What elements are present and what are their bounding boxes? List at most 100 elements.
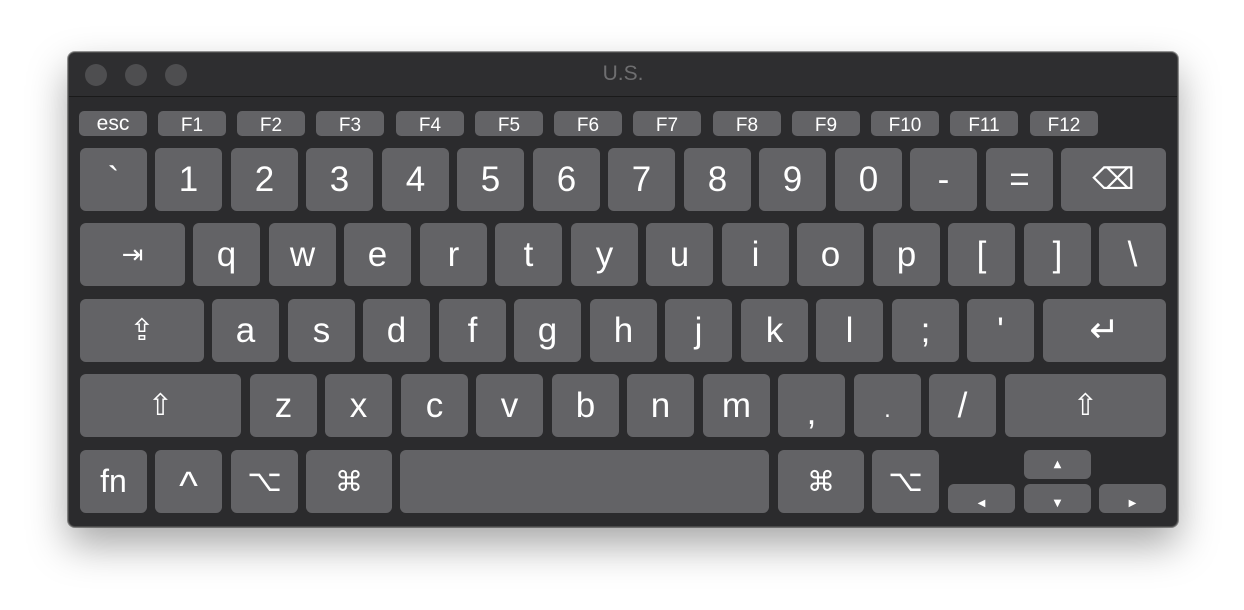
key-0[interactable]: 0: [835, 148, 902, 211]
key-i[interactable]: i: [722, 223, 789, 286]
key-p[interactable]: p: [873, 223, 940, 286]
control-icon: ^: [179, 464, 198, 508]
key-arrow-right[interactable]: ▶: [1099, 484, 1166, 513]
key-space[interactable]: [400, 450, 769, 513]
key-f9[interactable]: F9: [792, 111, 860, 136]
key-label: i: [751, 234, 760, 274]
key-f[interactable]: f: [439, 299, 506, 362]
key-f6[interactable]: F6: [554, 111, 622, 136]
key-f8[interactable]: F8: [713, 111, 781, 136]
option-icon: ⌥: [247, 464, 282, 499]
key-left-command[interactable]: ⌘: [306, 450, 392, 513]
key-right-option[interactable]: ⌥: [872, 450, 939, 513]
key-3[interactable]: 3: [306, 148, 373, 211]
key-f1[interactable]: F1: [158, 111, 226, 136]
key-control[interactable]: ^: [155, 450, 222, 513]
key-label: F10: [888, 114, 922, 136]
key-left-option[interactable]: ⌥: [231, 450, 298, 513]
key-d[interactable]: d: [363, 299, 430, 362]
key-caps-lock[interactable]: ⇪: [80, 299, 204, 362]
key-c[interactable]: c: [401, 374, 468, 437]
key-label: F2: [259, 114, 283, 136]
key-esc[interactable]: esc: [79, 111, 147, 136]
key-right-command[interactable]: ⌘: [778, 450, 864, 513]
key-tab[interactable]: ⇥: [80, 223, 185, 286]
key-label: g: [537, 310, 558, 350]
key-f10[interactable]: F10: [871, 111, 939, 136]
key-o[interactable]: o: [797, 223, 864, 286]
key-5[interactable]: 5: [457, 148, 524, 211]
key-period[interactable]: .: [854, 374, 921, 437]
key-v[interactable]: v: [476, 374, 543, 437]
key-label: ]: [1052, 234, 1063, 274]
key-n[interactable]: n: [627, 374, 694, 437]
key-k[interactable]: k: [741, 299, 808, 362]
key-label: w: [289, 234, 316, 274]
key-z[interactable]: z: [250, 374, 317, 437]
key-f12[interactable]: F12: [1030, 111, 1098, 136]
key-7[interactable]: 7: [608, 148, 675, 211]
key-left-bracket[interactable]: [: [948, 223, 1015, 286]
key-label: fn: [100, 463, 127, 499]
key-label: F7: [655, 114, 679, 136]
key-r[interactable]: r: [420, 223, 487, 286]
key-delete[interactable]: ⌫: [1061, 148, 1166, 211]
key-label: d: [386, 310, 407, 350]
key-x[interactable]: x: [325, 374, 392, 437]
key-j[interactable]: j: [665, 299, 732, 362]
key-label: 4: [405, 159, 426, 199]
key-2[interactable]: 2: [231, 148, 298, 211]
key-8[interactable]: 8: [684, 148, 751, 211]
key-backtick[interactable]: `: [80, 148, 147, 211]
key-return[interactable]: ↵: [1043, 299, 1166, 362]
key-u[interactable]: u: [646, 223, 713, 286]
key-arrow-down[interactable]: ▼: [1024, 484, 1091, 513]
key-right-bracket[interactable]: ]: [1024, 223, 1091, 286]
key-label: 8: [707, 159, 728, 199]
key-4[interactable]: 4: [382, 148, 449, 211]
key-arrow-up[interactable]: ▲: [1024, 450, 1091, 479]
key-comma[interactable]: ,: [778, 374, 845, 437]
key-label: j: [694, 310, 703, 350]
key-label: 1: [178, 159, 199, 199]
key-f2[interactable]: F2: [237, 111, 305, 136]
key-quote[interactable]: ': [967, 299, 1034, 362]
key-s[interactable]: s: [288, 299, 355, 362]
key-f5[interactable]: F5: [475, 111, 543, 136]
key-label: =: [1009, 159, 1030, 199]
key-9[interactable]: 9: [759, 148, 826, 211]
key-minus[interactable]: -: [910, 148, 977, 211]
key-f7[interactable]: F7: [633, 111, 701, 136]
key-equals[interactable]: =: [986, 148, 1053, 211]
key-fn[interactable]: fn: [80, 450, 147, 513]
delete-icon: ⌫: [1092, 162, 1135, 197]
key-1[interactable]: 1: [155, 148, 222, 211]
key-arrow-left[interactable]: ◀: [948, 484, 1015, 513]
key-f3[interactable]: F3: [316, 111, 384, 136]
key-g[interactable]: g: [514, 299, 581, 362]
key-l[interactable]: l: [816, 299, 883, 362]
key-f4[interactable]: F4: [396, 111, 464, 136]
key-t[interactable]: t: [495, 223, 562, 286]
key-backslash[interactable]: \: [1099, 223, 1166, 286]
key-w[interactable]: w: [269, 223, 336, 286]
key-f11[interactable]: F11: [950, 111, 1018, 136]
key-6[interactable]: 6: [533, 148, 600, 211]
key-label: 0: [858, 159, 879, 199]
key-m[interactable]: m: [703, 374, 770, 437]
key-slash[interactable]: /: [929, 374, 996, 437]
key-label: v: [500, 385, 519, 425]
key-right-shift[interactable]: ⇧: [1005, 374, 1166, 437]
key-e[interactable]: e: [344, 223, 411, 286]
key-left-shift[interactable]: ⇧: [80, 374, 241, 437]
key-label: \: [1127, 234, 1138, 274]
key-label: t: [523, 234, 534, 274]
key-h[interactable]: h: [590, 299, 657, 362]
key-y[interactable]: y: [571, 223, 638, 286]
key-a[interactable]: a: [212, 299, 279, 362]
key-label: 5: [480, 159, 501, 199]
key-q[interactable]: q: [193, 223, 260, 286]
key-label: /: [957, 385, 968, 425]
key-semicolon[interactable]: ;: [892, 299, 959, 362]
key-b[interactable]: b: [552, 374, 619, 437]
